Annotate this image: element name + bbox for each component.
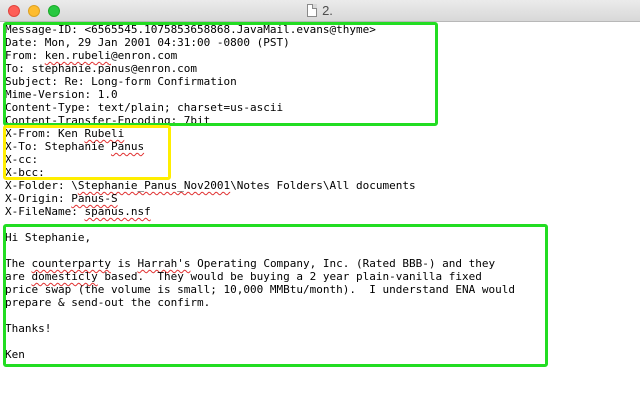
header-mime-version: Mime-Version: 1.0 xyxy=(5,88,118,101)
header-x-bcc: X-bcc: xyxy=(5,166,52,179)
header-date: Date: Mon, 29 Jan 2001 04:31:00 -0800 (P… xyxy=(5,36,290,49)
header-x-folder: X-Folder: \Stephanie_Panus_Nov2001\Notes… xyxy=(5,179,416,192)
title-bar[interactable]: 2. xyxy=(0,0,640,22)
document-icon xyxy=(307,4,318,17)
window-title: 2. xyxy=(0,3,640,18)
text-editor-window: 2. Message-ID: <6565545.1075853658868.Ja… xyxy=(0,0,640,412)
header-message-id: Message-ID: <6565545.1075853658868.JavaM… xyxy=(5,23,376,36)
header-x-to: X-To: Stephanie Panus xyxy=(5,140,145,153)
body-line-3: price swap (the volume is small; 10,000 … xyxy=(5,283,515,296)
body-thanks: Thanks! xyxy=(5,322,52,335)
document-text-area[interactable]: Message-ID: <6565545.1075853658868.JavaM… xyxy=(0,22,640,412)
header-content-type: Content-Type: text/plain; charset=us-asc… xyxy=(5,101,284,114)
body-greeting: Hi Stephanie, xyxy=(5,231,92,244)
body-signature: Ken xyxy=(5,348,25,361)
header-subject: Subject: Re: Long-form Confirmation xyxy=(5,75,237,88)
header-x-from: X-From: Ken Rubeli xyxy=(5,127,125,140)
header-x-origin: X-Origin: Panus-S xyxy=(5,192,118,205)
header-x-cc: X-cc: xyxy=(5,153,45,166)
window-title-text: 2. xyxy=(322,3,333,18)
body-line-2: are domesticly based. They would be buyi… xyxy=(5,270,482,283)
body-line-1: The counterparty is Harrah's Operating C… xyxy=(5,257,496,270)
header-transfer-encoding: Content-Transfer-Encoding: 7bit xyxy=(5,114,211,127)
header-to: To: stephanie.panus@enron.com xyxy=(5,62,198,75)
header-from: From: ken.rubeli@enron.com xyxy=(5,49,178,62)
body-line-4: prepare & send-out the confirm. xyxy=(5,296,211,309)
header-x-filename: X-FileName: spanus.nsf xyxy=(5,205,151,218)
